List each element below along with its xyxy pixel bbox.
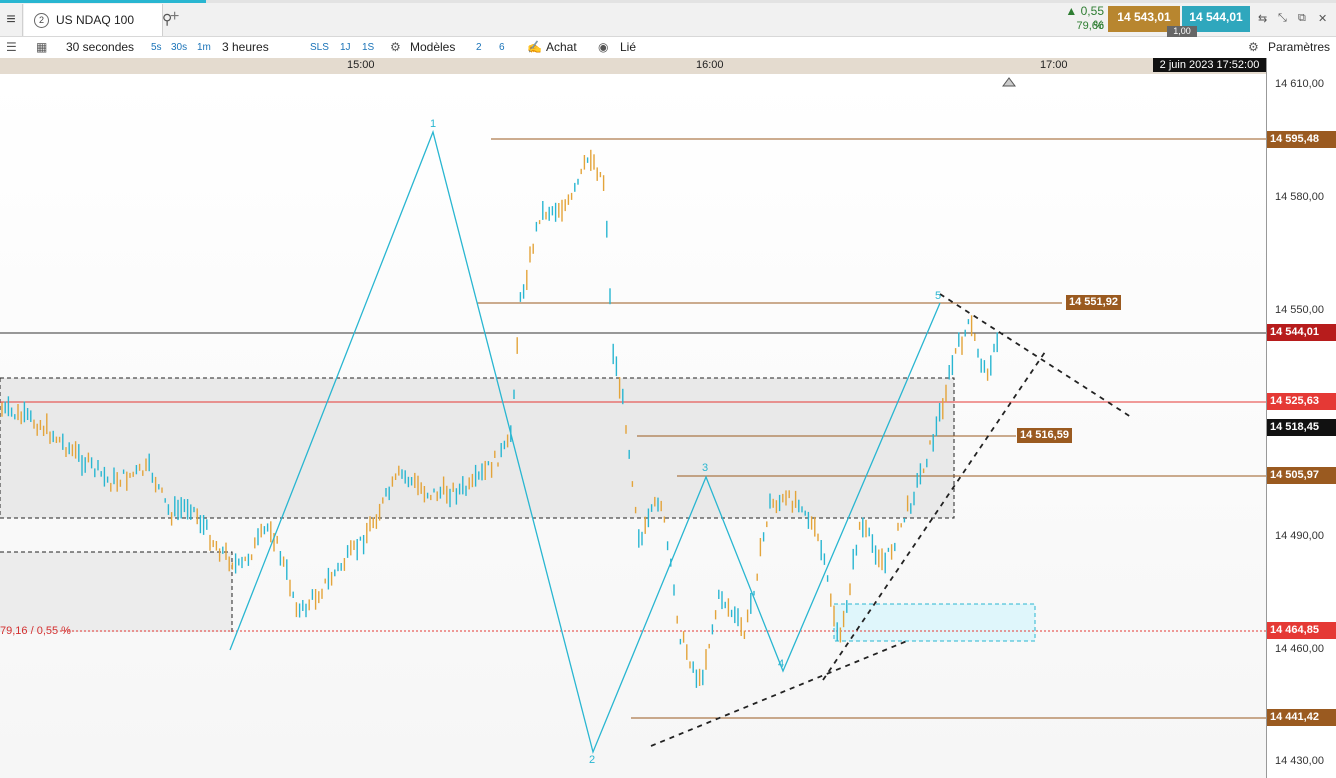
tab-instrument[interactable]: 2 US NDAQ 100 ⚲ — [24, 4, 172, 36]
settings-button[interactable]: Paramètres — [1268, 40, 1330, 54]
layout-icon[interactable]: ▦ — [36, 40, 47, 54]
add-tab-icon[interactable]: + — [170, 8, 179, 26]
models-button[interactable]: Modèles — [410, 40, 455, 54]
instrument-title: US NDAQ 100 — [56, 13, 135, 27]
models-count-2[interactable]: 2 — [476, 42, 482, 53]
price-tag-current: 14 544,01 — [1267, 324, 1336, 341]
zone-left — [0, 552, 232, 632]
price-tick: 14 580,00 — [1275, 191, 1324, 203]
interval-30s[interactable]: 30s — [171, 42, 187, 53]
wave-label-1: 1 — [430, 118, 437, 130]
wave-label-2: 2 — [589, 754, 596, 766]
range-1s[interactable]: 1S — [362, 42, 374, 53]
models-count-6[interactable]: 6 — [499, 42, 505, 53]
range-1j[interactable]: 1J — [340, 42, 351, 53]
time-label-1700: 17:00 — [1040, 59, 1068, 71]
range-select[interactable]: 3 heures — [222, 40, 269, 54]
level-tag-14551: 14 551,92 — [1066, 295, 1121, 310]
zone-range — [0, 378, 954, 518]
gear-icon[interactable]: ⚙ — [1248, 40, 1259, 54]
price-tag-14525: 14 525,63 — [1267, 393, 1336, 410]
buy-icon[interactable]: ✍ — [527, 40, 542, 54]
list-icon[interactable]: ☰ — [6, 40, 17, 54]
close-icon[interactable]: ✕ — [1318, 12, 1327, 25]
shrink-icon[interactable]: ⤡ — [1278, 12, 1287, 25]
interval-5s[interactable]: 5s — [151, 42, 162, 53]
chart-toolbar: ☰ ▦ 30 secondes 5s 30s 1m 3 heures SLS 1… — [0, 37, 1336, 59]
tab-strip — [0, 0, 1336, 3]
menu-icon[interactable]: ≡ — [0, 4, 23, 36]
price-tick: 14 490,00 — [1275, 530, 1324, 542]
quantity-badge[interactable]: 1,00 — [1167, 26, 1197, 37]
range-sls[interactable]: SLS — [310, 42, 329, 53]
tab-bar: ≡ 2 US NDAQ 100 ⚲ + ▲ 0,55 % 79,66 14 54… — [0, 0, 1336, 37]
wave-label-3: 3 — [702, 462, 709, 474]
time-label-1500: 15:00 — [347, 59, 375, 71]
linked-button[interactable]: Lié — [620, 40, 636, 54]
models-icon[interactable]: ⚙ — [390, 40, 401, 54]
zone-target — [833, 603, 1036, 642]
price-tag-14505: 14 505,97 — [1267, 467, 1336, 484]
popout-icon[interactable]: ⧉ — [1298, 12, 1306, 25]
tab-number-badge: 2 — [34, 13, 49, 28]
price-tag-14595: 14 595,48 — [1267, 131, 1336, 148]
current-time-box: 2 juin 2023 17:52:00 — [1153, 58, 1266, 72]
change-points: 79,66 — [1076, 20, 1104, 32]
level-tag-14516: 14 516,59 — [1017, 428, 1072, 443]
price-tick: 14 430,00 — [1275, 755, 1324, 767]
price-axis[interactable]: 14 610,00 14 580,00 14 550,00 14 490,00 … — [1266, 58, 1336, 778]
trade-settings-icon[interactable]: ⇆ — [1258, 12, 1267, 25]
price-tick: 14 610,00 — [1275, 78, 1324, 90]
buy-button[interactable]: Achat — [546, 40, 577, 54]
interval-select[interactable]: 30 secondes — [66, 40, 134, 54]
price-tag-cursor: 14 518,45 — [1267, 419, 1336, 436]
percent-line-label: 79,16 / 0,55 % — [0, 625, 71, 637]
price-tag-14441: 14 441,42 — [1267, 709, 1336, 726]
time-label-1600: 16:00 — [696, 59, 724, 71]
eye-icon[interactable]: ◉ — [598, 40, 608, 54]
price-tick: 14 460,00 — [1275, 643, 1324, 655]
wave-label-4: 4 — [778, 658, 785, 670]
price-tick: 14 550,00 — [1275, 304, 1324, 316]
price-tag-14464: 14 464,85 — [1267, 622, 1336, 639]
price-chart[interactable] — [0, 74, 1266, 778]
wave-label-5: 5 — [935, 290, 942, 302]
interval-1m[interactable]: 1m — [197, 42, 211, 53]
time-axis: 15:00 16:00 17:00 — [0, 58, 1266, 74]
